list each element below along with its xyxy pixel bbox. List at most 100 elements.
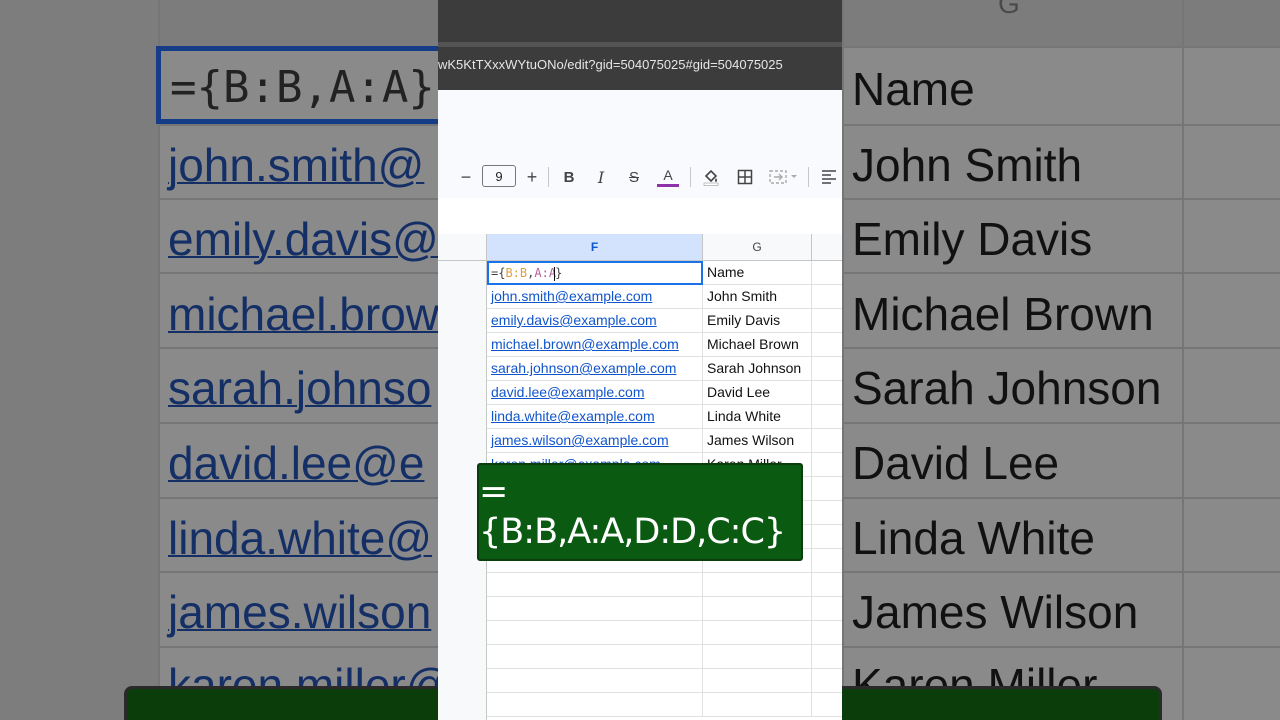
- name-cell[interactable]: Sarah Johnson: [703, 357, 812, 381]
- cell[interactable]: [703, 597, 812, 621]
- borders-icon[interactable]: [734, 156, 756, 198]
- cell[interactable]: [812, 549, 842, 573]
- cell[interactable]: [812, 597, 842, 621]
- cell[interactable]: [487, 621, 703, 645]
- background-name: Name: [852, 63, 975, 115]
- cell[interactable]: [812, 477, 842, 501]
- cell[interactable]: [703, 573, 812, 597]
- formatting-toolbar: − 9 + B I S A: [438, 156, 842, 198]
- cell[interactable]: [812, 429, 842, 453]
- cell[interactable]: [812, 261, 842, 285]
- background-name: James Wilson: [852, 586, 1139, 638]
- cell[interactable]: [812, 453, 842, 477]
- strikethrough-icon[interactable]: S: [623, 156, 645, 198]
- sheets-panel: wK5KtTXxxWYtuONo/edit?gid=504075025#gid=…: [438, 0, 842, 720]
- email-cell[interactable]: michael.brown@example.com: [487, 333, 703, 357]
- cell[interactable]: [812, 357, 842, 381]
- plus-icon[interactable]: +: [522, 156, 542, 198]
- cell[interactable]: [703, 669, 812, 693]
- email-cell[interactable]: john.smith@example.com: [487, 285, 703, 309]
- column-header-f[interactable]: F: [487, 234, 703, 261]
- formula-caption-overlay: ={B:B,A:A,D:D,C:C}: [477, 463, 803, 561]
- cell[interactable]: [487, 597, 703, 621]
- background-email: emily.davis@: [168, 213, 439, 265]
- cell[interactable]: [812, 669, 842, 693]
- email-cell[interactable]: david.lee@example.com: [487, 381, 703, 405]
- name-cell[interactable]: John Smith: [703, 285, 812, 309]
- cell[interactable]: [812, 621, 842, 645]
- email-link[interactable]: michael.brown@example.com: [491, 336, 679, 352]
- url-text: wK5KtTXxxWYtuONo/edit?gid=504075025#gid=…: [438, 57, 783, 72]
- background-email: david.lee@e: [168, 437, 425, 489]
- cell[interactable]: [703, 645, 812, 669]
- cell[interactable]: [812, 333, 842, 357]
- background-name: Emily Davis: [852, 213, 1093, 265]
- name-cell[interactable]: David Lee: [703, 381, 812, 405]
- background-name: Michael Brown: [852, 288, 1154, 340]
- email-link[interactable]: john.smith@example.com: [491, 288, 652, 304]
- formula-caption: ={B:B,A:A,D:D,C:C}: [479, 472, 786, 552]
- name-cell[interactable]: Emily Davis: [703, 309, 812, 333]
- background-name: John Smith: [852, 139, 1083, 191]
- cell[interactable]: [487, 645, 703, 669]
- column-header-g[interactable]: G: [703, 234, 812, 261]
- email-link[interactable]: david.lee@example.com: [491, 384, 645, 400]
- toolbar-divider: [548, 167, 549, 187]
- active-cell-f1[interactable]: ={B:B,A:A}: [487, 261, 703, 285]
- align-left-icon[interactable]: [818, 156, 840, 198]
- cell[interactable]: [812, 309, 842, 333]
- cell[interactable]: [812, 405, 842, 429]
- menu-area: [438, 90, 842, 156]
- cell[interactable]: [812, 525, 842, 549]
- background-gutter: [0, 0, 158, 720]
- email-link[interactable]: linda.white@example.com: [491, 408, 655, 424]
- background-email: linda.white@: [168, 512, 433, 564]
- cell[interactable]: [812, 573, 842, 597]
- background-column-letter: G: [998, 0, 1020, 19]
- text-color-swatch: [657, 184, 679, 187]
- address-bar[interactable]: wK5KtTXxxWYtuONo/edit?gid=504075025#gid=…: [438, 42, 842, 90]
- formula-bar-area: [438, 198, 842, 234]
- cell[interactable]: [812, 381, 842, 405]
- background-email: james.wilson: [168, 586, 432, 638]
- formula-brace-close: }: [555, 266, 563, 280]
- email-link[interactable]: emily.davis@example.com: [491, 312, 657, 328]
- toolbar-divider: [808, 167, 809, 187]
- minus-icon[interactable]: −: [456, 156, 476, 198]
- email-cell[interactable]: sarah.johnson@example.com: [487, 357, 703, 381]
- cell[interactable]: [812, 693, 842, 717]
- cell[interactable]: [487, 669, 703, 693]
- column-header-h[interactable]: [812, 234, 842, 261]
- cell[interactable]: [487, 693, 703, 717]
- cell[interactable]: [703, 621, 812, 645]
- email-link[interactable]: sarah.johnson@example.com: [491, 360, 676, 376]
- name-cell[interactable]: Linda White: [703, 405, 812, 429]
- cell[interactable]: [812, 285, 842, 309]
- name-cell[interactable]: Michael Brown: [703, 333, 812, 357]
- italic-icon[interactable]: I: [590, 156, 612, 198]
- cell[interactable]: [703, 693, 812, 717]
- email-cell[interactable]: james.wilson@example.com: [487, 429, 703, 453]
- fill-color-icon[interactable]: [700, 156, 722, 198]
- background-email: sarah.johnso: [168, 362, 432, 414]
- merge-cells-icon[interactable]: [766, 156, 802, 198]
- background-formula: ={B:B,A:A}: [170, 62, 435, 113]
- bold-icon[interactable]: B: [558, 156, 580, 198]
- formula-ref-2: A:A: [534, 266, 557, 280]
- font-size-input[interactable]: 9: [482, 165, 516, 187]
- text-color-icon[interactable]: A: [656, 156, 680, 198]
- select-all-corner[interactable]: [438, 234, 487, 261]
- background-email: john.smith@: [168, 139, 425, 191]
- background-name: David Lee: [852, 437, 1060, 489]
- formula-ref-1: B:B: [505, 266, 528, 280]
- email-cell[interactable]: emily.davis@example.com: [487, 309, 703, 333]
- formula-brace-open: ={: [491, 266, 506, 280]
- name-cell[interactable]: James Wilson: [703, 429, 812, 453]
- header-cell-name[interactable]: Name: [703, 261, 812, 285]
- toolbar-divider: [690, 167, 691, 187]
- cell[interactable]: [812, 645, 842, 669]
- cell[interactable]: [812, 501, 842, 525]
- email-link[interactable]: james.wilson@example.com: [491, 432, 669, 448]
- email-cell[interactable]: linda.white@example.com: [487, 405, 703, 429]
- cell[interactable]: [487, 573, 703, 597]
